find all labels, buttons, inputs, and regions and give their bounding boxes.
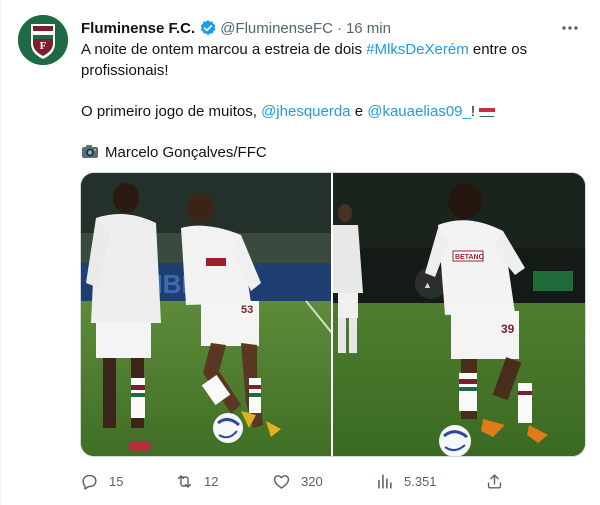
svg-text:▲: ▲ [423, 280, 432, 290]
reply-count: 15 [109, 473, 124, 489]
match-photo-2[interactable]: ▲ BETANO 39 [333, 173, 585, 456]
share-icon [487, 473, 502, 489]
hungary-flag-icon [479, 105, 496, 117]
svg-text:F: F [40, 40, 47, 52]
text-segment: O primeiro jogo de muitos, [81, 103, 262, 120]
separator: · [336, 19, 342, 37]
author-handle[interactable]: @FluminenseFC [220, 20, 333, 37]
media-grid: MBEL 53 ▲ BETANO 39 [80, 172, 586, 457]
tweet-paragraph-1: A noite de ontem marcou a estreia de doi… [81, 39, 581, 81]
retweet-count: 12 [204, 473, 219, 489]
more-options-icon[interactable] [560, 20, 580, 36]
mention-link-kauaelias[interactable]: @kauaelias09_ [367, 103, 471, 120]
hashtag-link[interactable]: #MlksDeXerém [366, 41, 469, 58]
retweet-icon [177, 474, 192, 488]
reply-button[interactable]: 15 [80, 466, 123, 496]
reply-icon [82, 474, 97, 490]
timestamp[interactable]: 16 min [346, 20, 391, 37]
match-photo-1-image: MBEL 53 [81, 173, 331, 456]
share-button[interactable] [485, 466, 514, 496]
retweet-button[interactable]: 12 [175, 466, 218, 496]
avatar[interactable]: F [18, 15, 68, 65]
author-name[interactable]: Fluminense F.C. [81, 20, 195, 37]
heart-icon [273, 474, 290, 489]
tweet-paragraph-2: O primeiro jogo de muitos, @jhesquerda e… [81, 101, 581, 122]
views-button[interactable]: 5.351 [375, 466, 437, 496]
svg-text:BETANO: BETANO [455, 254, 485, 261]
text-segment: ! [470, 103, 476, 120]
tweet-header: Fluminense F.C. @FluminenseFC · 16 min [81, 17, 391, 39]
views-icon [378, 473, 392, 489]
views-count: 5.351 [404, 473, 437, 489]
club-crest-logo: F [18, 15, 68, 65]
camera-icon [81, 144, 99, 159]
text-segment: e [350, 103, 368, 120]
svg-text:39: 39 [501, 322, 515, 336]
match-photo-2-image: ▲ BETANO 39 [333, 173, 585, 456]
text-segment: A noite de ontem marcou a estreia de doi… [81, 41, 367, 58]
svg-text:53: 53 [241, 304, 253, 316]
tweet-text: A noite de ontem marcou a estreia de doi… [81, 39, 581, 163]
mention-link-jhesquerda[interactable]: @jhesquerda [261, 103, 350, 120]
like-count: 320 [301, 473, 323, 489]
like-button[interactable]: 320 [272, 466, 323, 496]
photo-credit: Marcelo Gonçalves/FFC [81, 142, 581, 163]
action-bar: 15 12 320 5.351 [80, 466, 510, 496]
match-photo-1[interactable]: MBEL 53 [81, 173, 333, 456]
tweet-card[interactable]: F Fluminense F.C. @FluminenseFC · 16 min… [0, 0, 600, 505]
credit-text: Marcelo Gonçalves/FFC [105, 144, 267, 161]
verified-badge-icon [200, 20, 216, 36]
